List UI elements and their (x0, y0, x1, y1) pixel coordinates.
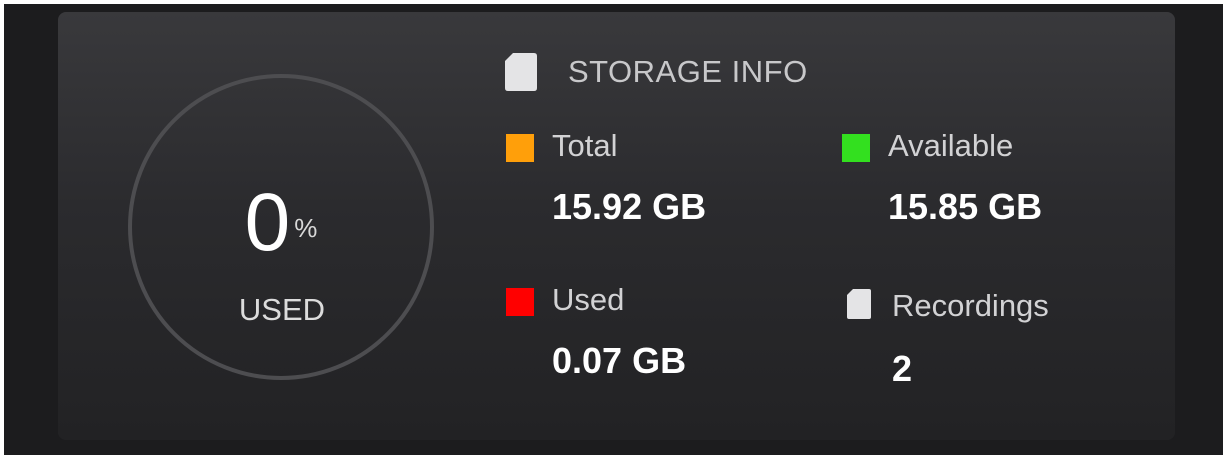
used-swatch (506, 288, 534, 316)
recordings-value: 2 (892, 348, 913, 389)
used-label: Used (552, 282, 625, 317)
usage-percent: 0% (200, 178, 362, 278)
recordings-label: Recordings (892, 288, 1049, 323)
sd-card-icon (846, 288, 872, 325)
available-swatch (842, 134, 870, 162)
usage-percent-value: 0 (244, 177, 291, 268)
available-value: 15.85 GB (888, 186, 1043, 227)
available-label: Available (888, 128, 1014, 163)
sd-card-icon (504, 52, 538, 97)
usage-caption: USED (238, 292, 326, 327)
storage-title: STORAGE INFO (568, 54, 808, 89)
total-swatch (506, 134, 534, 162)
total-value: 15.92 GB (552, 186, 707, 227)
used-value: 0.07 GB (552, 340, 687, 381)
usage-percent-unit: % (294, 213, 318, 243)
total-label: Total (552, 128, 618, 163)
